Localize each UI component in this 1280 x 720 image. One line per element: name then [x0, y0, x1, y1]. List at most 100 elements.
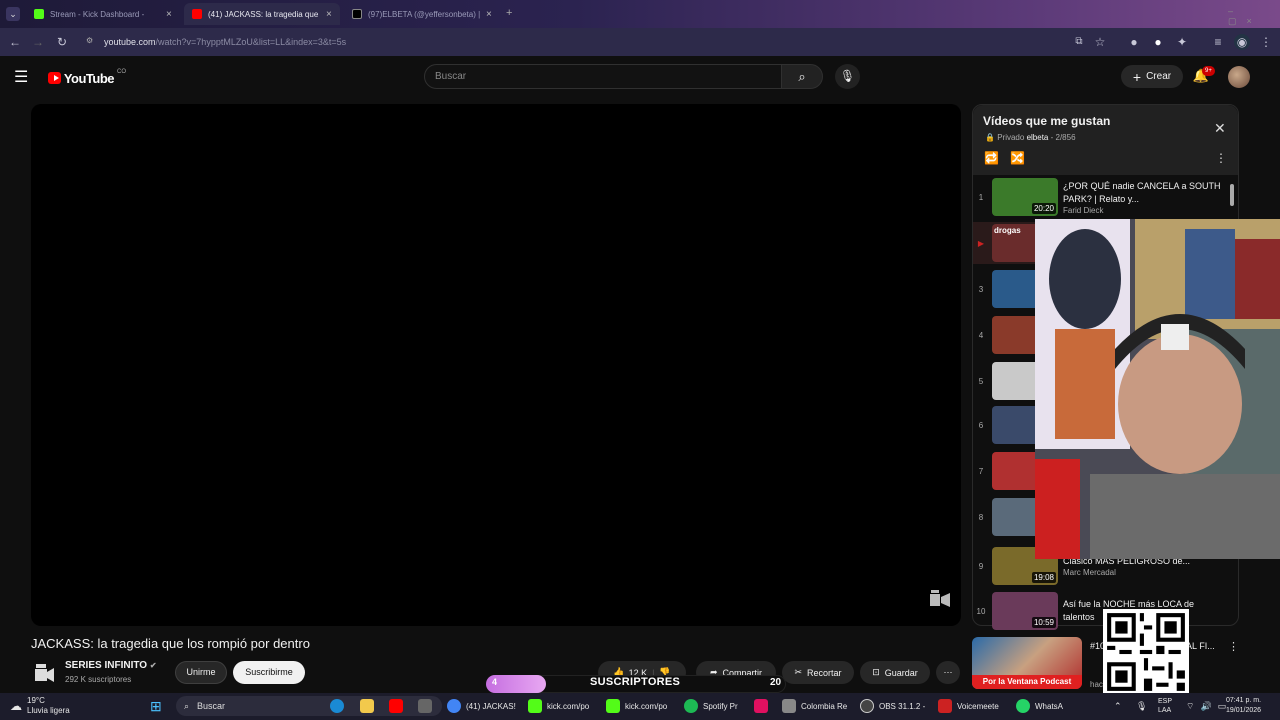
save-button[interactable]: ⊡ Guardar: [860, 661, 930, 684]
close-playlist-icon[interactable]: ✕: [1214, 121, 1228, 135]
playlist-item-title: ¿POR QUÉ nadie CANCELA a SOUTH PARK? | R…: [1063, 180, 1221, 204]
channel-name-text: SERIES INFINITO: [65, 660, 148, 671]
create-button[interactable]: + Crear: [1121, 65, 1183, 88]
search-button[interactable]: ⌕: [781, 64, 823, 89]
taskbar-app-kick-1[interactable]: kick.com/po: [528, 697, 589, 715]
extensions-puzzle-icon[interactable]: ✦: [1174, 34, 1190, 50]
taskbar-app-radio[interactable]: Colombia Re: [782, 697, 847, 715]
taskbar-app-chrome[interactable]: (41) JACKAS!: [447, 697, 516, 715]
plus-icon: +: [1132, 68, 1142, 85]
whatsapp-icon: [1016, 699, 1030, 713]
search-icon: ⌕: [184, 700, 190, 711]
channel-name[interactable]: SERIES INFINITO ✔: [65, 660, 157, 671]
site-info-icon[interactable]: ⚙: [86, 36, 96, 46]
playlist-item-channel: Marc Mercadal: [1063, 568, 1116, 577]
notification-count-badge: 9+: [1202, 66, 1215, 76]
store-icon: [418, 699, 432, 713]
more-horizontal-icon: ⋯: [943, 667, 953, 677]
playlist-item-index: 7: [978, 466, 984, 476]
tab-kick-dashboard[interactable]: Stream - Kick Dashboard - ×: [26, 3, 180, 25]
subscriber-goal-current: 4: [492, 677, 498, 687]
clock[interactable]: 07:41 p. m. 19/01/2026: [1226, 697, 1261, 715]
next-video-more-icon[interactable]: ⋮: [1228, 640, 1239, 654]
playlist-item-index: 5: [978, 376, 984, 386]
bookmark-star-icon[interactable]: ☆: [1092, 34, 1108, 50]
window-controls[interactable]: –▢×: [1228, 6, 1274, 26]
taskbar-app-spotify[interactable]: Spotify Pr: [684, 697, 738, 715]
tab-tiktok-elbeta[interactable]: (97)ELBETA (@yeffersonbeta) | ×: [344, 3, 500, 25]
channel-avatar-icon[interactable]: [32, 660, 56, 684]
profile-icon[interactable]: ◉: [1234, 34, 1250, 50]
language-code: ESP: [1158, 698, 1173, 705]
new-tab-icon[interactable]: +: [506, 7, 518, 19]
more-actions-button[interactable]: ⋯: [936, 661, 960, 684]
close-tab-icon[interactable]: ×: [166, 9, 172, 20]
next-video-thumbnail[interactable]: Por la Ventana Podcast: [972, 637, 1082, 689]
verified-check-icon: ✔: [149, 661, 157, 670]
tab-search-icon[interactable]: ⌄: [6, 7, 20, 21]
folder-icon: [360, 699, 374, 713]
voice-search-button[interactable]: 🎙: [835, 64, 860, 89]
url-path: /watch?v=7hypptMLZoU&list=LL&index=3&t=5…: [155, 37, 347, 47]
video-player[interactable]: [31, 104, 961, 626]
language-indicator[interactable]: ESP LAA: [1158, 697, 1172, 715]
taskbar-app-whatsapp[interactable]: WhatsA: [1016, 697, 1063, 715]
weather-temp: 19°C: [27, 696, 45, 705]
close-tab-icon[interactable]: ×: [486, 9, 492, 20]
tab-youtube-jackass[interactable]: (41) JACKASS: la tragedia que lo ×: [184, 3, 340, 25]
media-queue-icon[interactable]: ≡: [1210, 34, 1226, 50]
menu-hamburger-icon[interactable]: ☰: [14, 68, 34, 88]
playlist-owner[interactable]: elbeta: [1027, 133, 1049, 142]
clip-button[interactable]: ✂ Recortar: [782, 661, 854, 684]
tray-overflow-icon[interactable]: ⌃: [1114, 697, 1122, 715]
join-button[interactable]: Unirme: [175, 661, 227, 684]
youtube-logo[interactable]: YouTube CO: [48, 69, 126, 87]
taskbar-app-label: WhatsA: [1035, 701, 1064, 711]
tray-mic-icon[interactable]: 🎙: [1136, 697, 1147, 715]
windows-logo-icon: ⊞: [150, 697, 162, 714]
channel-watermark-icon[interactable]: [928, 586, 952, 610]
taskbar-tiktok[interactable]: [754, 697, 768, 715]
playlist-item[interactable]: 1 20:20 ¿POR QUÉ nadie CANCELA a SOUTH PAR…: [973, 176, 1228, 218]
browser-menu-icon[interactable]: ⋮: [1258, 34, 1274, 50]
playlist-more-icon[interactable]: ⋮: [1215, 151, 1227, 165]
playlist-scrollbar[interactable]: [1230, 184, 1234, 206]
playlist-title[interactable]: Vídeos que me gustan: [983, 114, 1110, 128]
save-playlist-icon: ⊡: [872, 667, 880, 677]
create-label: Crear: [1146, 71, 1172, 82]
search-input[interactable]: Buscar: [424, 64, 782, 89]
extension-icon[interactable]: ●: [1126, 34, 1142, 50]
weather-widget[interactable]: ☁ 19°C Lluvia ligera: [10, 696, 70, 715]
taskbar-app-obs[interactable]: OBS 31.1.2 -: [860, 697, 925, 715]
reload-icon[interactable]: ↻: [54, 34, 70, 50]
tray-status-icons[interactable]: ⌔ 🔊 ▭: [1186, 697, 1226, 715]
taskbar-store[interactable]: [418, 697, 432, 715]
taskbar-explorer[interactable]: [360, 697, 374, 715]
taskbar-youtube[interactable]: [389, 697, 403, 715]
loop-icon[interactable]: 🔁: [984, 151, 999, 165]
account-avatar[interactable]: [1228, 66, 1250, 88]
subscribe-button[interactable]: Suscribirme: [233, 661, 305, 684]
taskbar-app-voicemeeter[interactable]: Voicemeete: [938, 697, 999, 715]
next-video-image: Por la Ventana Podcast: [972, 637, 1082, 689]
playlist-item-index: 9: [978, 561, 984, 571]
forward-arrow-icon[interactable]: →: [30, 34, 46, 50]
url-bar[interactable]: ⚙ youtube.com/watch?v=7hypptMLZoU&list=L…: [80, 32, 1120, 52]
install-app-icon[interactable]: ⧉: [1071, 34, 1087, 50]
shuffle-icon[interactable]: 🔀: [1010, 151, 1025, 165]
close-tab-icon[interactable]: ×: [326, 9, 332, 20]
podcast-banner-text: Por la Ventana Podcast: [972, 675, 1082, 689]
taskbar-edge[interactable]: [330, 697, 344, 715]
extension-circle-icon[interactable]: ●: [1150, 34, 1166, 50]
search-placeholder: Buscar: [435, 71, 467, 82]
back-arrow-icon[interactable]: ←: [7, 34, 23, 50]
clip-label: Recortar: [807, 667, 842, 678]
start-button[interactable]: ⊞: [150, 697, 162, 715]
playlist-item[interactable]: 10 10:59 Así fue la NOCHE más LOCA de tale…: [973, 590, 1228, 632]
scissors-icon: ✂: [794, 667, 803, 677]
microphone-icon: 🎙: [839, 69, 856, 83]
taskbar-app-kick-2[interactable]: kick.com/po: [606, 697, 667, 715]
playlist-item-duration: 10:59: [1031, 617, 1056, 628]
playlist-item-index: 10: [976, 606, 986, 616]
url-host: youtube.com: [104, 37, 156, 47]
